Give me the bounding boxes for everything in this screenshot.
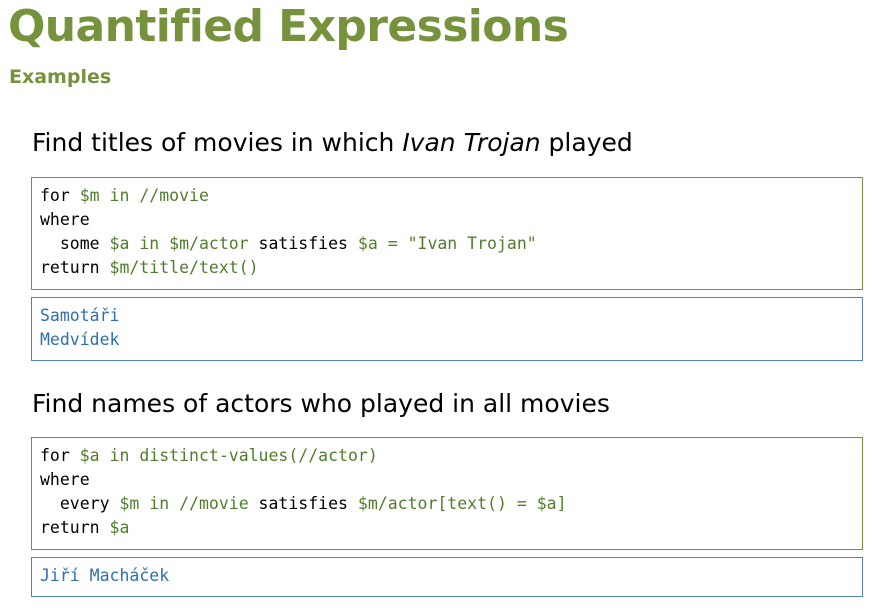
code-line: return $m/title/text(): [40, 256, 854, 280]
code-keyword: where: [40, 470, 90, 489]
code-expression: $m in //movie: [79, 186, 209, 205]
slide-subtitle: Examples: [9, 66, 112, 88]
result-line: Jiří Macháček: [40, 566, 170, 585]
example2-query-box: for $a in distinct-values(//actor) where…: [31, 437, 863, 550]
result-line: Medvídek: [40, 330, 120, 349]
code-keyword: for: [40, 186, 80, 205]
example2-heading: Find names of actors who played in all m…: [32, 389, 610, 418]
example1-heading-actor: Ivan Trojan: [402, 128, 541, 157]
code-line: where: [40, 468, 854, 492]
code-keyword: return: [40, 258, 110, 277]
code-keyword: for: [40, 446, 80, 465]
code-keyword: return: [40, 518, 110, 537]
code-expression: $a in $m/actor: [109, 234, 249, 253]
code-line: some $a in $m/actor satisfies $a = "Ivan…: [40, 232, 854, 256]
code-expression: $a = "Ivan Trojan": [357, 234, 537, 253]
code-keyword: where: [40, 210, 90, 229]
example1-query-box: for $m in //movie where some $a in $m/ac…: [31, 177, 863, 290]
code-expression: $a: [109, 518, 130, 537]
code-line: return $a: [40, 516, 854, 540]
code-keyword: some: [40, 234, 110, 253]
example1-heading: Find titles of movies in which Ivan Troj…: [32, 126, 633, 160]
example2-result-box: Jiří Macháček: [31, 557, 863, 597]
code-expression: $m in //movie: [119, 494, 249, 513]
code-line: where: [40, 208, 854, 232]
code-line: for $a in distinct-values(//actor): [40, 444, 854, 468]
example1-result-box: Samotáři Medvídek: [31, 297, 863, 361]
example1-heading-text: Find titles of movies in which: [32, 128, 403, 157]
code-line: every $m in //movie satisfies $m/actor[t…: [40, 492, 854, 516]
code-keyword: satisfies: [248, 494, 358, 513]
code-expression: $m/actor[text() = $a]: [357, 494, 567, 513]
code-line: for $m in //movie: [40, 184, 854, 208]
slide-title: Quantified Expressions: [8, 1, 569, 52]
result-line: Samotáři: [40, 306, 120, 325]
code-keyword: every: [40, 494, 120, 513]
code-expression: $m/title/text(): [109, 258, 259, 277]
code-keyword: satisfies: [248, 234, 358, 253]
code-expression: $a in distinct-values(//actor): [79, 446, 378, 465]
example1-heading-suffix: played: [540, 128, 633, 157]
